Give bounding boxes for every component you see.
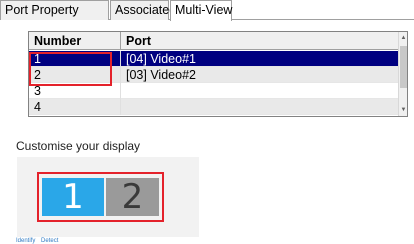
cell-port	[121, 99, 399, 115]
detect-link[interactable]: Detect	[41, 238, 58, 244]
cell-port: [04] Video#1	[126, 52, 196, 66]
cell-number: 4	[29, 99, 121, 115]
table-row[interactable]: 4	[29, 99, 399, 115]
cell-port	[121, 83, 399, 99]
cell-port: [03] Video#2	[126, 68, 196, 82]
identify-link[interactable]: Identify	[16, 238, 35, 244]
tab-port-property[interactable]: Port Property	[0, 0, 109, 20]
column-header-number[interactable]: Number	[29, 32, 121, 50]
tab-multi-view[interactable]: Multi-View	[170, 0, 232, 21]
scroll-up-arrow-icon[interactable]: ▲	[400, 35, 407, 41]
tab-strip: Port Property Associated Link Multi-View	[0, 0, 414, 21]
column-header-port[interactable]: Port	[121, 32, 399, 50]
display-links: Identify Detect	[16, 238, 62, 244]
tab-associated-link[interactable]: Associated Link	[110, 0, 203, 20]
scroll-down-arrow-icon[interactable]: ▼	[400, 107, 407, 113]
display-caption: Customise your display	[16, 139, 141, 153]
vertical-scrollbar[interactable]: ▲ ▼	[398, 32, 407, 116]
scroll-thumb[interactable]	[400, 46, 407, 88]
table-header: Number Port	[29, 32, 399, 50]
highlight-box-monitors	[37, 172, 164, 222]
highlight-box-rows	[29, 52, 112, 86]
